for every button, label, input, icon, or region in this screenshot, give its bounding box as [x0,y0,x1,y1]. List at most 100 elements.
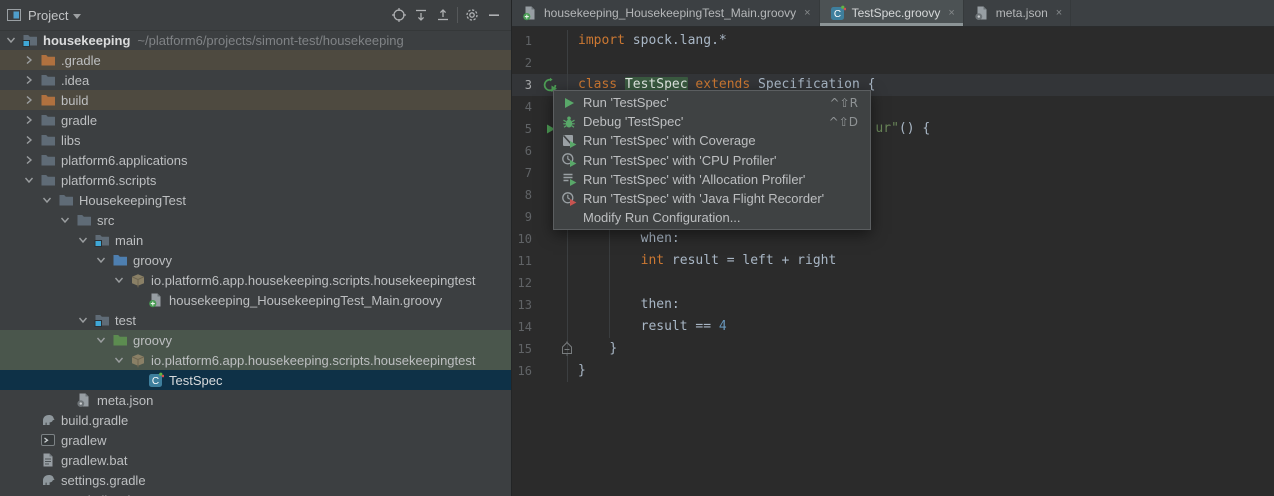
line-number[interactable]: 7 [512,162,532,184]
code-line-10[interactable]: 10 when: [512,228,1274,250]
tree-item-groovy[interactable]: groovy [0,250,511,270]
code-line-14[interactable]: 14 result == 4 [512,316,1274,338]
tree-item-platform6-scripts[interactable]: platform6.scripts [0,170,511,190]
tree-item-groovy[interactable]: groovy [0,330,511,350]
folder-icon [40,172,56,188]
menu-item-run-testspec-with-cpu-profiler-[interactable]: Run 'TestSpec' with 'CPU Profiler' [554,151,870,170]
line-number[interactable]: 8 [512,184,532,206]
chevron-expanded-icon[interactable] [4,32,22,48]
tree-item-testspec[interactable]: CTestSpec [0,370,511,390]
chevron-expanded-icon [93,332,109,348]
groovy-file-icon [148,292,164,308]
code-line-2[interactable]: 2 [512,52,1274,74]
tree-item-gradlew-bat[interactable]: gradlew.bat [0,450,511,470]
chevron-collapsed-icon[interactable] [22,132,40,148]
tree-item-gradlew[interactable]: gradlew [0,430,511,450]
tree-item-io-platform6-app-housekeeping-scripts-housekeepingtest[interactable]: io.platform6.app.housekeeping.scripts.ho… [0,270,511,290]
chevron-spacer [130,372,148,388]
tree-item-external-libraries[interactable]: External Libraries [0,490,511,496]
line-number[interactable]: 16 [512,360,532,382]
line-number[interactable]: 11 [512,250,532,272]
line-number[interactable]: 15 [512,338,532,360]
line-number[interactable]: 4 [512,96,532,118]
project-tool-window: Project housekeeping~/platform6/projects… [0,0,511,496]
tree-item--gradle[interactable]: .gradle [0,50,511,70]
menu-item-run-testspec-[interactable]: Run 'TestSpec'^⇧R [554,93,870,112]
panel-title: Project [28,8,68,23]
line-number[interactable]: 12 [512,272,532,294]
code-line-11[interactable]: 11 int result = left + right [512,250,1274,272]
tree-item-housekeeping-housekeepingtest-main-groovy[interactable]: housekeeping_HousekeepingTest_Main.groov… [0,290,511,310]
tree-item-libs[interactable]: libs [0,130,511,150]
tree-item-settings-gradle[interactable]: settings.gradle [0,470,511,490]
line-number[interactable]: 14 [512,316,532,338]
editor-tab-meta-json[interactable]: meta.json× [964,0,1071,26]
run-context-menu: Run 'TestSpec'^⇧RDebug 'TestSpec'^⇧DRun … [553,90,871,230]
chevron-expanded-icon[interactable] [76,232,94,248]
tree-item-label: src [97,213,114,228]
tree-item-build[interactable]: build [0,90,511,110]
menu-item-modify-run-configuration-[interactable]: Modify Run Configuration... [554,208,870,227]
menu-item-run-testspec-with-java-flight-recorder-[interactable]: Run 'TestSpec' with 'Java Flight Recorde… [554,189,870,208]
tree-item-housekeeping[interactable]: housekeeping~/platform6/projects/simont-… [0,30,511,50]
line-number[interactable]: 10 [512,228,532,250]
line-number[interactable]: 9 [512,206,532,228]
chevron-expanded-icon[interactable] [94,252,112,268]
chevron-expanded-icon[interactable] [58,212,76,228]
close-icon[interactable]: × [948,8,954,19]
line-number[interactable]: 3 [512,74,532,96]
chevron-expanded-icon[interactable] [4,492,22,496]
menu-item-debug-testspec-[interactable]: Debug 'TestSpec'^⇧D [554,112,870,131]
package-icon [130,272,146,288]
code-line-16[interactable]: 16} [512,360,1274,382]
code-line-13[interactable]: 13 then: [512,294,1274,316]
chevron-expanded-icon[interactable] [94,332,112,348]
menu-item-run-testspec-with-allocation-profiler-[interactable]: Run 'TestSpec' with 'Allocation Profiler… [554,170,870,189]
code-token: result = left + right [664,253,836,268]
tree-item-main[interactable]: main [0,230,511,250]
target-icon [391,7,407,23]
close-icon[interactable]: × [804,8,810,19]
expand-all-button[interactable] [410,4,432,26]
tree-item-gradle[interactable]: gradle [0,110,511,130]
chevron-expanded-icon[interactable] [112,352,130,368]
chevron-collapsed-icon[interactable] [22,152,40,168]
chevron-collapsed-icon[interactable] [22,72,40,88]
tree-item-housekeepingtest[interactable]: HousekeepingTest [0,190,511,210]
gutter-slot [532,316,567,338]
line-number[interactable]: 5 [512,118,532,140]
folder-badge-icon [94,312,110,328]
chevron-down-icon[interactable] [73,14,81,19]
tree-item-build-gradle[interactable]: build.gradle [0,410,511,430]
chevron-collapsed-icon[interactable] [22,112,40,128]
chevron-expanded-icon[interactable] [40,192,58,208]
tree-item-src[interactable]: src [0,210,511,230]
code-line-12[interactable]: 12 [512,272,1274,294]
line-number[interactable]: 6 [512,140,532,162]
chevron-expanded-icon [111,272,127,288]
code-line-1[interactable]: 1import spock.lang.* [512,30,1274,52]
editor-tab-housekeeping-housekeepingtest-main-groovy[interactable]: housekeeping_HousekeepingTest_Main.groov… [512,0,820,26]
minimize-button[interactable] [483,4,505,26]
chevron-collapsed-icon[interactable] [22,52,40,68]
chevron-expanded-icon[interactable] [76,312,94,328]
code-line-15[interactable]: 15 } [512,338,1274,360]
editor-tab-testspec-groovy[interactable]: CTestSpec.groovy× [820,0,964,26]
fold-marker-icon[interactable] [561,341,573,356]
tree-item--idea[interactable]: .idea [0,70,511,90]
chevron-expanded-icon[interactable] [112,272,130,288]
tree-item-io-platform6-app-housekeeping-scripts-housekeepingtest[interactable]: io.platform6.app.housekeeping.scripts.ho… [0,350,511,370]
menu-item-run-testspec-with-coverage[interactable]: Run 'TestSpec' with Coverage [554,131,870,150]
collapse-all-button[interactable] [432,4,454,26]
line-number[interactable]: 13 [512,294,532,316]
chevron-expanded-icon[interactable] [22,172,40,188]
gear-button[interactable] [461,4,483,26]
tree-item-platform6-applications[interactable]: platform6.applications [0,150,511,170]
close-icon[interactable]: × [1056,8,1062,19]
line-number[interactable]: 2 [512,52,532,74]
tree-item-test[interactable]: test [0,310,511,330]
target-button[interactable] [388,4,410,26]
tree-item-meta-json[interactable]: meta.json [0,390,511,410]
chevron-collapsed-icon[interactable] [22,92,40,108]
line-number[interactable]: 1 [512,30,532,52]
